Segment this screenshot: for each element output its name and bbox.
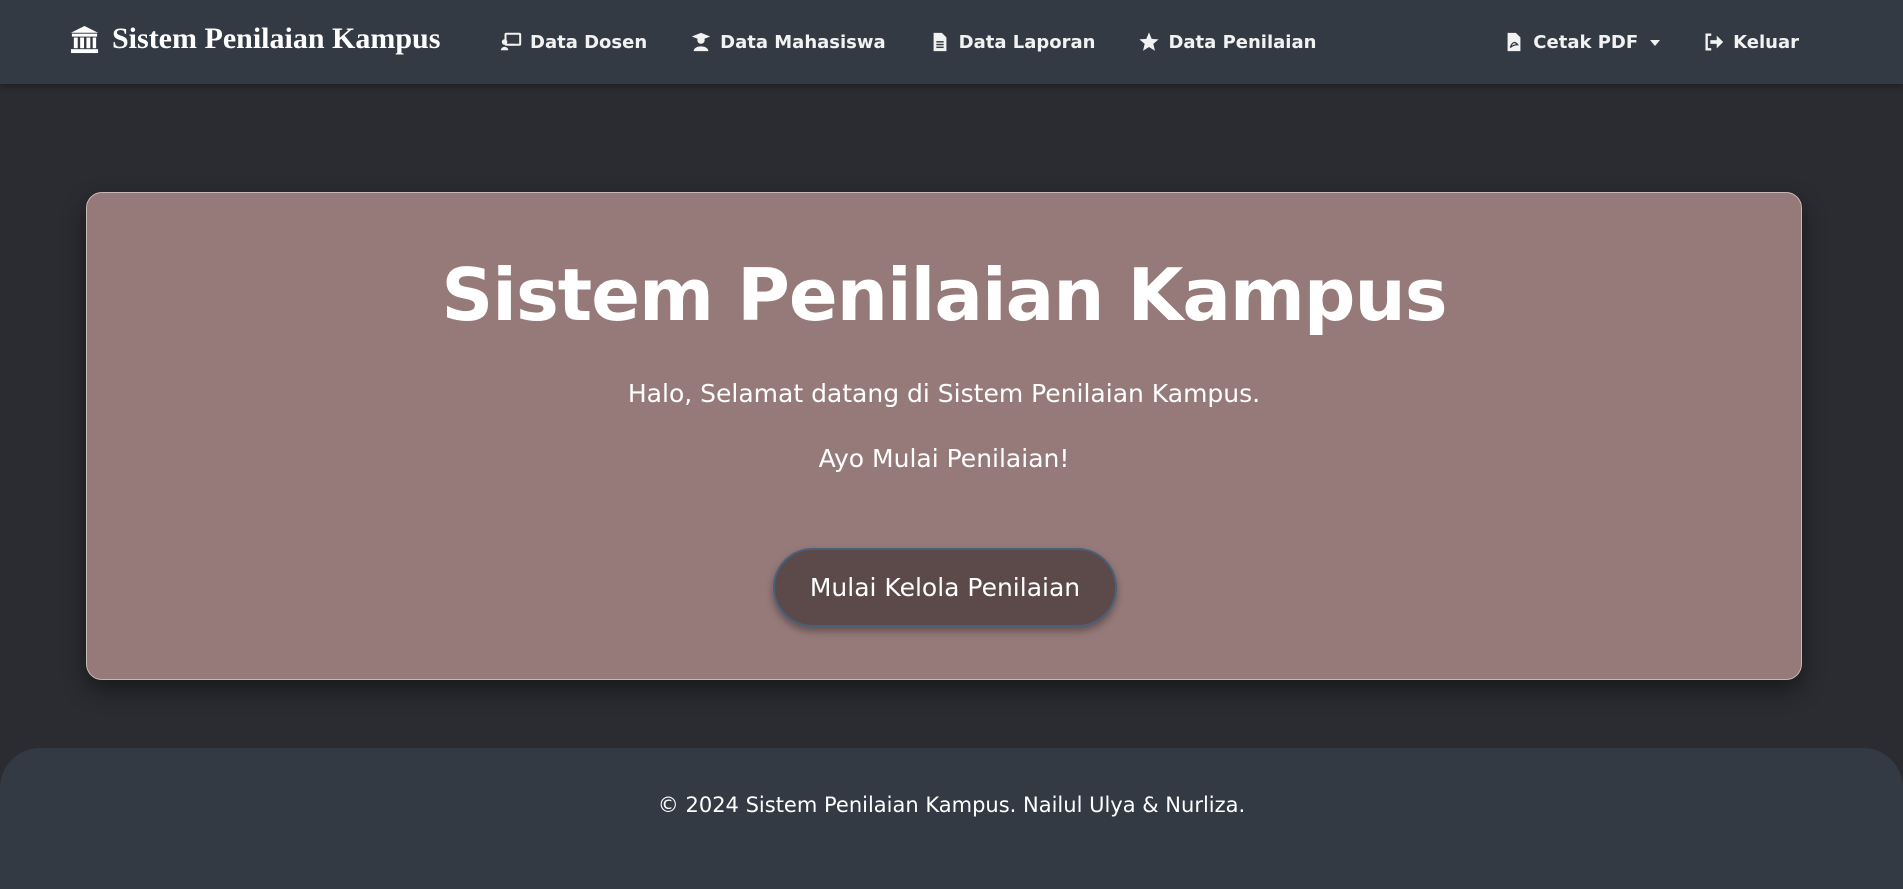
- file-pdf-icon: [1507, 32, 1521, 52]
- nav-item-label: Data Dosen: [530, 31, 648, 53]
- sign-out-icon: [1705, 33, 1724, 51]
- hero-subtitle: Halo, Selamat datang di Sistem Penilaian…: [627, 379, 1261, 408]
- nav-item-data-laporan[interactable]: Data Laporan: [929, 31, 1096, 53]
- brand-link[interactable]: Sistem Penilaian Kampus: [69, 22, 440, 56]
- chalkboard-teacher-icon: [500, 32, 522, 51]
- brand-title: Sistem Penilaian Kampus: [112, 22, 441, 55]
- hero-card: Sistem Penilaian Kampus Halo, Selamat da…: [86, 192, 1802, 680]
- footer-copyright: © 2024 Sistem Penilaian Kampus. Nailul U…: [657, 793, 1246, 817]
- hero-title: Sistem Penilaian Kampus: [441, 253, 1447, 337]
- page-footer: © 2024 Sistem Penilaian Kampus. Nailul U…: [0, 748, 1903, 889]
- chevron-down-icon: [1650, 40, 1661, 46]
- nav-item-data-dosen[interactable]: Data Dosen: [500, 31, 647, 53]
- nav-item-data-mahasiswa[interactable]: Data Mahasiswa: [690, 31, 886, 53]
- nav-item-label: Data Penilaian: [1168, 31, 1317, 53]
- nav-links: Data Dosen Data Mahasiswa Data Laporan D…: [500, 0, 1316, 84]
- file-text-icon: [933, 32, 947, 52]
- nav-item-label: Data Laporan: [958, 31, 1096, 53]
- start-grading-button[interactable]: Mulai Kelola Penilaian: [773, 548, 1117, 627]
- logout-label: Keluar: [1733, 31, 1799, 53]
- top-navbar: Sistem Penilaian Kampus Data Dosen Data …: [0, 0, 1903, 84]
- logout-button[interactable]: Keluar: [1703, 31, 1799, 53]
- nav-item-data-penilaian[interactable]: Data Penilaian: [1138, 31, 1316, 53]
- print-pdf-label: Cetak PDF: [1533, 31, 1639, 53]
- nav-item-label: Data Mahasiswa: [720, 31, 886, 53]
- print-pdf-dropdown[interactable]: Cetak PDF: [1503, 31, 1661, 53]
- hero-call-to-action: Ayo Mulai Penilaian!: [818, 444, 1070, 473]
- star-icon: [1139, 32, 1160, 51]
- nav-right: Cetak PDF Keluar: [1503, 0, 1799, 84]
- university-icon: [70, 25, 99, 53]
- user-graduate-icon: [691, 32, 711, 52]
